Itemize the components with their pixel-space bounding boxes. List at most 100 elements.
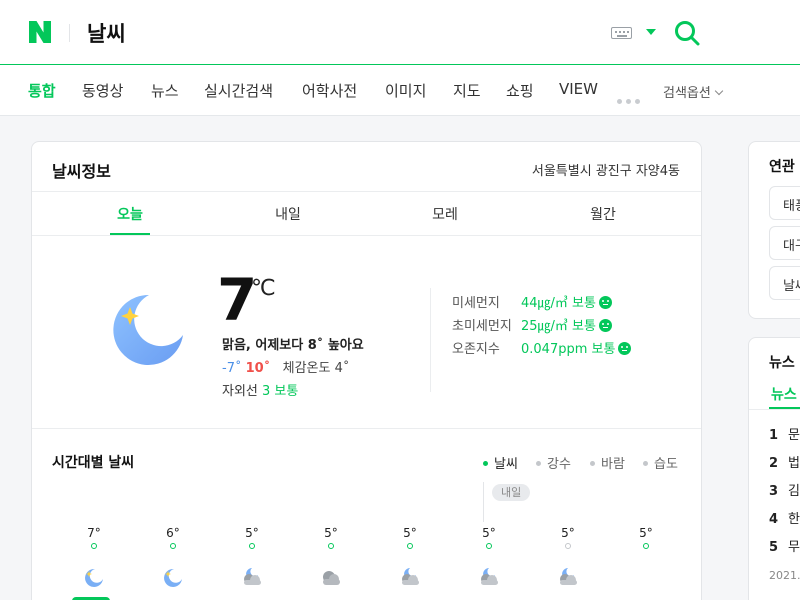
chevron-down-icon[interactable] (646, 29, 656, 35)
temperature-point (249, 543, 255, 549)
ozone-label: 오존지수 (452, 342, 500, 357)
legend-weather[interactable]: 날씨 (483, 453, 518, 472)
ultrafine-dust-value: 25㎍/㎥ 보통 (521, 319, 596, 334)
temperature-point (643, 543, 649, 549)
tab-video[interactable]: 동영상 (82, 80, 123, 101)
hourly-temperature: 5° (245, 526, 259, 540)
hourly-title: 시간대별 날씨 (52, 455, 135, 471)
weather-location[interactable]: 서울특별시 광진구 자양4동 (532, 160, 680, 179)
max-temperature: 10˚ (245, 361, 271, 376)
search-query[interactable]: 날씨 (87, 18, 126, 48)
cloud-icon (319, 567, 343, 587)
temperature-point (565, 543, 571, 549)
search-tabs: 통합 동영상 뉴스 실시간검색 어학사전 이미지 지도 쇼핑 VIEW 검색옵션 (0, 65, 800, 116)
uv-label: 자외선 (222, 384, 258, 399)
related-chip[interactable]: 대구 (769, 226, 800, 260)
news-item[interactable]: 5무 (769, 536, 800, 555)
legend-humidity[interactable]: 습도 (643, 453, 678, 472)
hourly-temperature: 5° (639, 526, 653, 540)
related-chip[interactable]: 태풍 (769, 186, 800, 220)
legend-precipitation[interactable]: 강수 (536, 453, 571, 472)
tab-map[interactable]: 지도 (453, 80, 481, 101)
more-dots-icon[interactable] (617, 89, 644, 108)
ozone[interactable]: 오존지수 0.047ppm 보통 (452, 338, 632, 357)
hourly-temperature: 5° (324, 526, 338, 540)
day-boundary-line (483, 482, 484, 522)
tab-news[interactable]: 뉴스 (771, 384, 797, 404)
tab-view[interactable]: VIEW (559, 80, 598, 98)
tab-day-after[interactable]: 모레 (415, 204, 475, 224)
current-temperature: 7 (217, 266, 257, 334)
fine-dust[interactable]: 미세먼지 44㎍/㎥ 보통 (452, 292, 612, 311)
uv-value: 3 보통 (262, 384, 299, 399)
related-title: 연관 (769, 159, 795, 175)
cloudy-night-icon (556, 567, 580, 587)
ozone-value: 0.047ppm 보통 (521, 342, 616, 357)
tab-monthly[interactable]: 월간 (573, 204, 633, 224)
hourly-temperature: 5° (482, 526, 496, 540)
hourly-temperature: 6° (166, 526, 180, 540)
tab-today[interactable]: 오늘 (100, 204, 160, 224)
bullet-icon (590, 461, 595, 466)
search-icon[interactable] (674, 20, 700, 46)
keyboard-icon[interactable] (611, 27, 632, 39)
ultrafine-dust-label: 초미세먼지 (452, 319, 512, 334)
related-card: 연관 태풍 대구 날씨 (748, 141, 800, 319)
divider (32, 235, 701, 236)
cloudy-night-icon (477, 567, 501, 587)
ultrafine-dust[interactable]: 초미세먼지 25㎍/㎥ 보통 (452, 315, 612, 334)
weather-title: 날씨정보 (52, 162, 111, 181)
bullet-icon (536, 461, 541, 466)
tab-shopping[interactable]: 쇼핑 (506, 80, 534, 101)
tab-dictionary[interactable]: 어학사전 (302, 80, 357, 101)
divider (430, 288, 431, 392)
news-date: 2021. (769, 569, 800, 582)
temperature-point (170, 543, 176, 549)
search-options-label: 검색옵션 (663, 86, 711, 101)
temperature-point (328, 543, 334, 549)
temperature-unit: ℃ (251, 276, 276, 301)
tab-news[interactable]: 뉴스 (151, 80, 179, 101)
tab-integrated[interactable]: 통합 (28, 80, 56, 101)
weather-card: 날씨정보 서울특별시 광진구 자양4동 오늘 내일 모레 월간 7 ℃ 맑음, … (31, 141, 702, 600)
header: 날씨 (0, 0, 800, 65)
related-chip[interactable]: 날씨 (769, 266, 800, 300)
temperature-point (407, 543, 413, 549)
moon-icon (161, 567, 185, 587)
next-day-badge: 내일 (492, 484, 531, 501)
news-item[interactable]: 1문 (769, 424, 800, 443)
divider (32, 428, 701, 429)
cloudy-night-icon (398, 567, 422, 587)
smile-face-icon (598, 296, 612, 309)
hourly-temperature: 7° (87, 526, 101, 540)
bullet-icon (643, 461, 648, 466)
legend-wind[interactable]: 바람 (590, 453, 625, 472)
cloudy-night-icon (240, 567, 264, 587)
divider (749, 409, 800, 410)
tab-image[interactable]: 이미지 (385, 80, 426, 101)
temperature-point (486, 543, 492, 549)
temperature-range: -7˚ 10˚ 체감온도 4˚ (222, 357, 349, 376)
news-title: 뉴스 (769, 355, 795, 371)
uv-index: 자외선 3 보통 (222, 380, 298, 399)
bullet-icon (483, 461, 488, 466)
chevron-down-icon (714, 86, 724, 96)
min-temperature: -7˚ (222, 361, 242, 376)
naver-logo[interactable] (28, 20, 52, 44)
search-options-button[interactable]: 검색옵션 (663, 82, 724, 101)
hourly-temperature: 5° (561, 526, 575, 540)
feels-like-value: 4˚ (334, 361, 350, 376)
hourly-temperature: 5° (403, 526, 417, 540)
moon-icon (82, 567, 106, 587)
header-divider (69, 24, 70, 42)
smile-face-icon (598, 319, 612, 332)
temperature-point (91, 543, 97, 549)
clear-night-moon-icon (113, 294, 183, 365)
news-item[interactable]: 4한 (769, 508, 800, 527)
weather-summary: 맑음, 어제보다 8˚ 높아요 (222, 338, 364, 353)
feels-like-label: 체감온도 (282, 361, 331, 376)
news-item[interactable]: 3김 (769, 480, 800, 499)
tab-tomorrow[interactable]: 내일 (258, 204, 318, 224)
tab-realtime[interactable]: 실시간검색 (204, 80, 273, 101)
news-item[interactable]: 2법 (769, 452, 800, 471)
